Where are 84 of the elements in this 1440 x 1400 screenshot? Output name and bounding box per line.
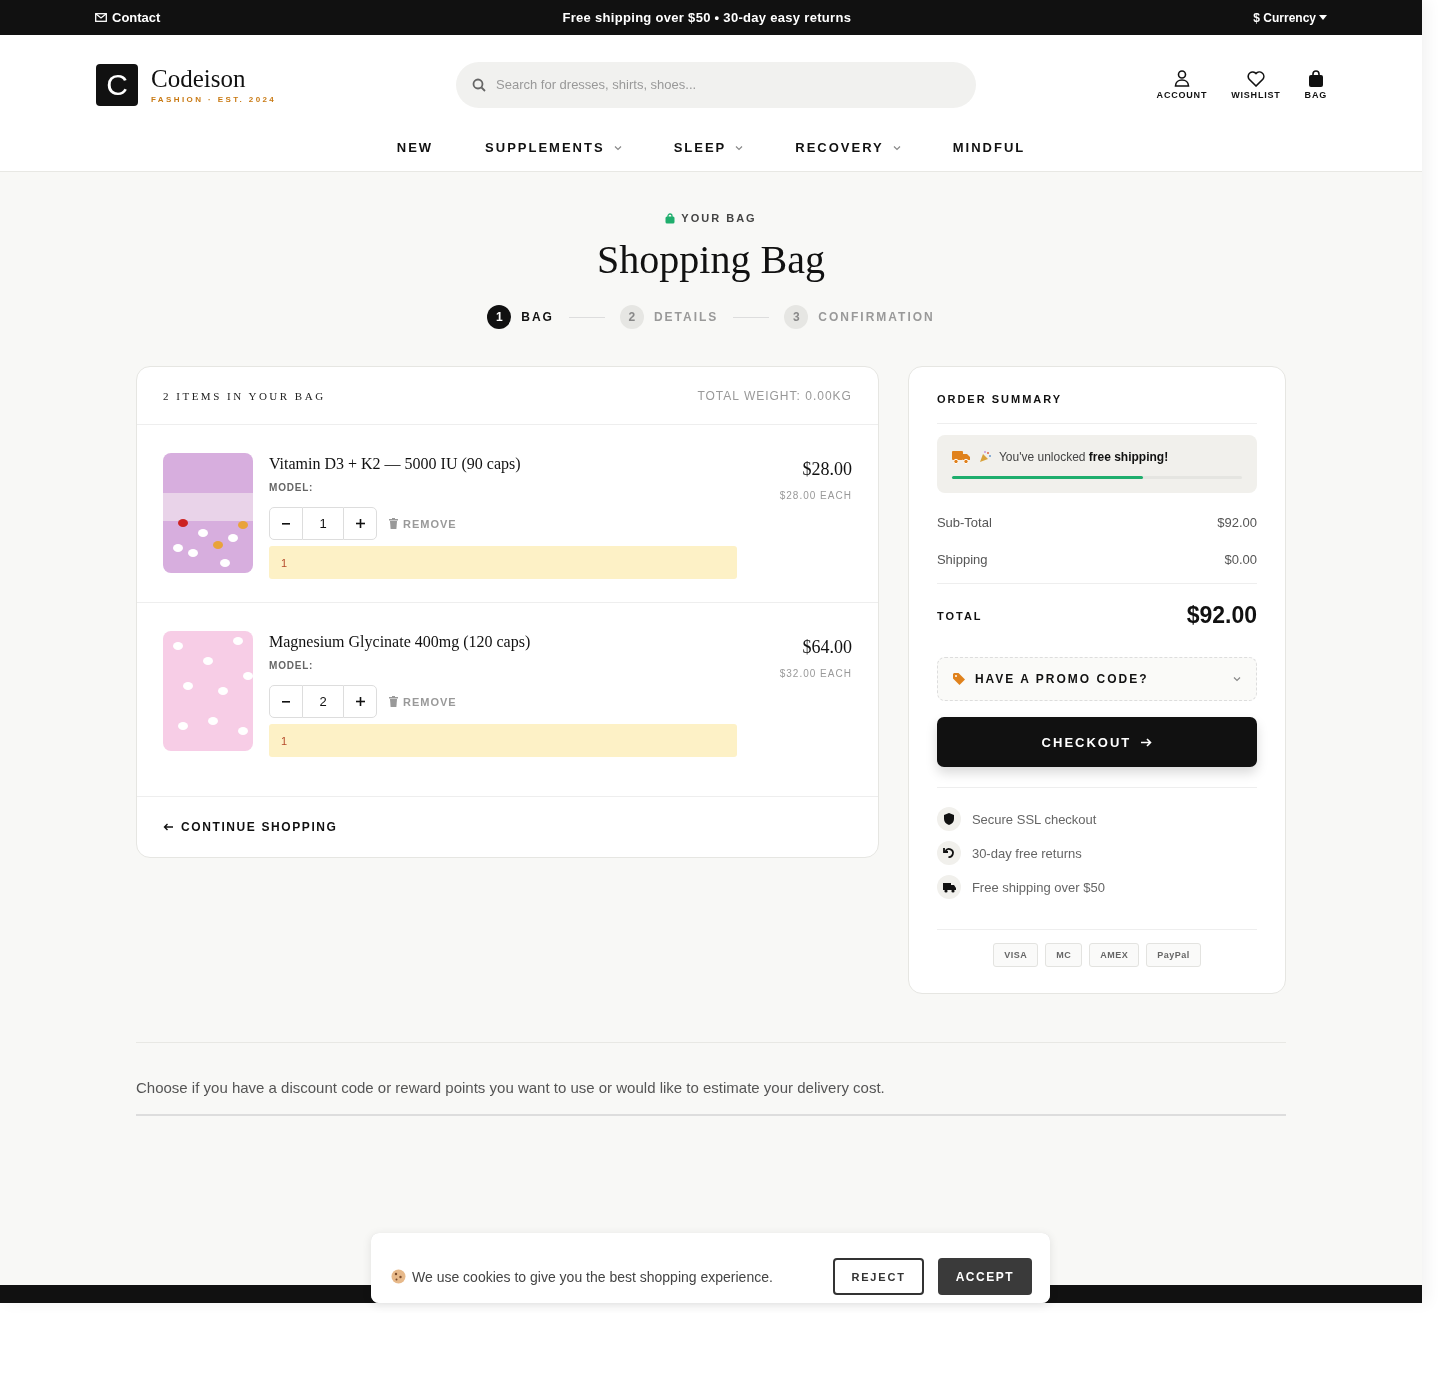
caret-icon [1319, 15, 1327, 20]
item-count: 2 ITEMS IN YOUR BAG [163, 389, 326, 402]
header-action[interactable]: WISHLIST [1231, 71, 1281, 100]
heart-icon [1246, 71, 1265, 87]
unit-price: $28.00 EACH [779, 490, 852, 501]
currency-dropdown[interactable]: $ Currency [1253, 10, 1327, 25]
item-notice: 1 [269, 724, 737, 757]
nav-item[interactable]: NEW [396, 140, 434, 155]
arrow-left-icon [163, 823, 173, 831]
model-label: MODEL: [269, 482, 315, 493]
quantity-field[interactable]: 2 [303, 685, 343, 718]
bag-icon [665, 212, 676, 224]
summary-value: $0.00 [1224, 552, 1257, 567]
quantity-field[interactable]: 1 [303, 507, 343, 540]
summary-label: Shipping [936, 552, 988, 567]
line-price: $64.00 [801, 637, 852, 658]
search-field[interactable]: Search for dresses, shirts, shoes... [456, 61, 976, 108]
plus-icon [355, 697, 365, 706]
logo-mark[interactable]: C [96, 63, 138, 106]
nav-item[interactable]: SUPPLEMENTS [485, 140, 622, 155]
arrow-right-icon [1141, 737, 1153, 747]
continue-shopping-link[interactable]: CONTINUE SHOPPING [137, 797, 364, 857]
chevron-down-icon [735, 144, 744, 151]
plus-icon [355, 519, 365, 528]
accept-button[interactable]: ACCEPT [937, 1258, 1032, 1295]
checkout-step[interactable]: 1 BAG [487, 305, 554, 329]
contact-link[interactable]: Contact [95, 10, 161, 25]
user-icon [1172, 69, 1191, 87]
chevron-down-icon [1233, 676, 1241, 682]
summary-title: ORDER SUMMARY [936, 367, 1257, 424]
trust-text: 30-day free returns [971, 845, 1082, 861]
chevron-down-icon [892, 144, 901, 151]
payment-method: MC [1045, 943, 1083, 967]
cookie-message: We use cookies to give you the best shopping experience. [412, 1268, 774, 1285]
shield-icon [936, 807, 961, 831]
total-value: $92.00 [1186, 602, 1257, 629]
promo-code-toggle[interactable]: HAVE A PROMO CODE? [936, 657, 1257, 701]
announcement-text: Free shipping over $50 • 30-day easy returns [562, 10, 852, 25]
model-label: MODEL: [269, 660, 315, 671]
line-price: $28.00 [801, 459, 852, 480]
payment-method: PayPal [1146, 943, 1201, 967]
minus-icon [282, 522, 290, 525]
truck-icon [936, 875, 961, 899]
section-eyebrow: YOUR BAG [681, 212, 757, 224]
total-weight: TOTAL WEIGHT: 0.00KG [697, 388, 852, 403]
payment-method: VISA [993, 943, 1039, 967]
trash-icon [389, 518, 398, 529]
truck-icon [951, 450, 971, 464]
product-name[interactable]: Vitamin D3 + K2 — 5000 IU (90 caps) [269, 455, 764, 473]
brand-name: Codeison [151, 65, 247, 91]
party-popper-icon [978, 451, 991, 463]
decrease-button[interactable] [269, 685, 303, 718]
product-name[interactable]: Magnesium Glycinate 400mg (120 caps) [269, 633, 764, 651]
shipping-message: You've unlocked free shipping! [998, 450, 1169, 464]
trust-text: Free shipping over $50 [971, 879, 1105, 895]
header-action[interactable]: BAG [1304, 70, 1327, 100]
page-title: Shopping Bag [596, 236, 826, 283]
nav-item[interactable]: SLEEP [673, 140, 744, 155]
search-icon [472, 77, 486, 92]
info-text: Choose if you have a discount code or reward points you want to use or would like to estimate your delivery cost. [136, 1079, 885, 1096]
brand-tagline: FASHION · EST. 2024 [151, 94, 277, 104]
item-notice: 1 [269, 546, 737, 579]
trash-icon [389, 696, 398, 707]
nav-item[interactable]: RECOVERY [795, 140, 901, 155]
mail-icon [95, 13, 107, 22]
rotate-icon [936, 841, 961, 865]
reject-button[interactable]: REJECT [833, 1258, 924, 1295]
summary-value: $92.00 [1217, 515, 1257, 530]
decrease-button[interactable] [269, 507, 303, 540]
unit-price: $32.00 EACH [779, 668, 852, 679]
increase-button[interactable] [343, 507, 377, 540]
total-label: TOTAL [936, 609, 983, 622]
nav-item[interactable]: MINDFUL [952, 140, 1026, 155]
cookie-icon [391, 1269, 406, 1284]
summary-label: Sub-Total [936, 515, 992, 530]
bag-icon [1307, 70, 1324, 87]
tag-icon [952, 673, 965, 685]
chevron-down-icon [613, 144, 622, 151]
payment-method: AMEX [1089, 943, 1140, 967]
checkout-button[interactable]: CHECKOUT [936, 717, 1257, 767]
header-action[interactable]: ACCOUNT [1156, 69, 1208, 100]
trust-text: Secure SSL checkout [971, 811, 1097, 827]
increase-button[interactable] [343, 685, 377, 718]
minus-icon [282, 700, 290, 703]
